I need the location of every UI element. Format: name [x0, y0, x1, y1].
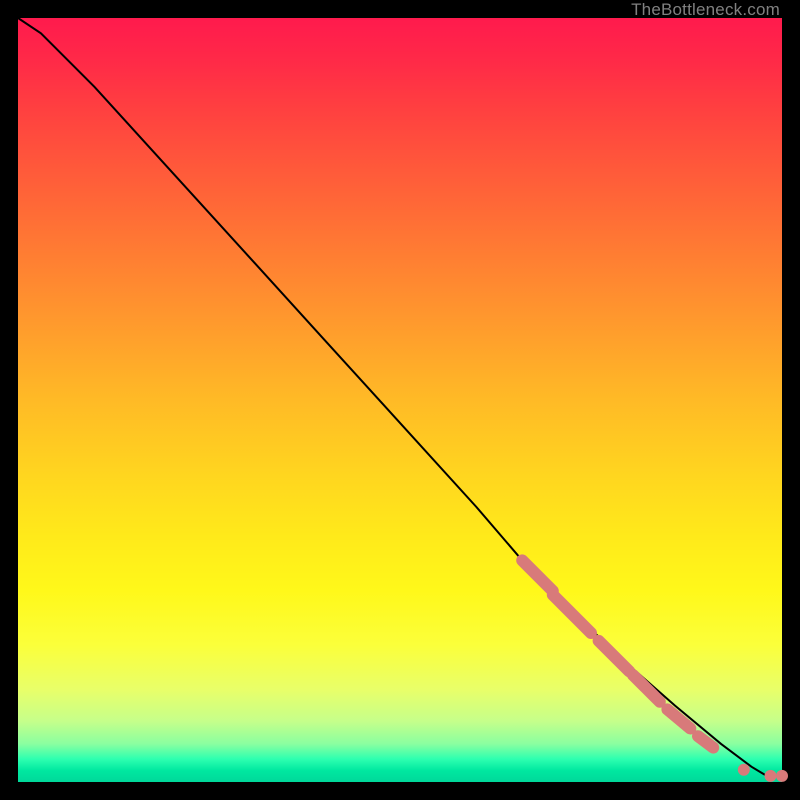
marker-segments — [522, 560, 713, 747]
marker-segment — [698, 736, 713, 747]
marker-dot — [776, 770, 788, 782]
marker-segment — [522, 560, 553, 591]
marker-segment — [667, 709, 690, 728]
curve-line — [18, 18, 782, 776]
chart-svg — [18, 18, 782, 782]
marker-dot — [738, 764, 750, 776]
marker-segment — [553, 595, 591, 633]
chart-frame: TheBottleneck.com — [0, 0, 800, 800]
plot-area — [18, 18, 782, 782]
watermark-text: TheBottleneck.com — [631, 0, 780, 20]
marker-dot — [765, 770, 777, 782]
marker-segment — [599, 641, 630, 672]
